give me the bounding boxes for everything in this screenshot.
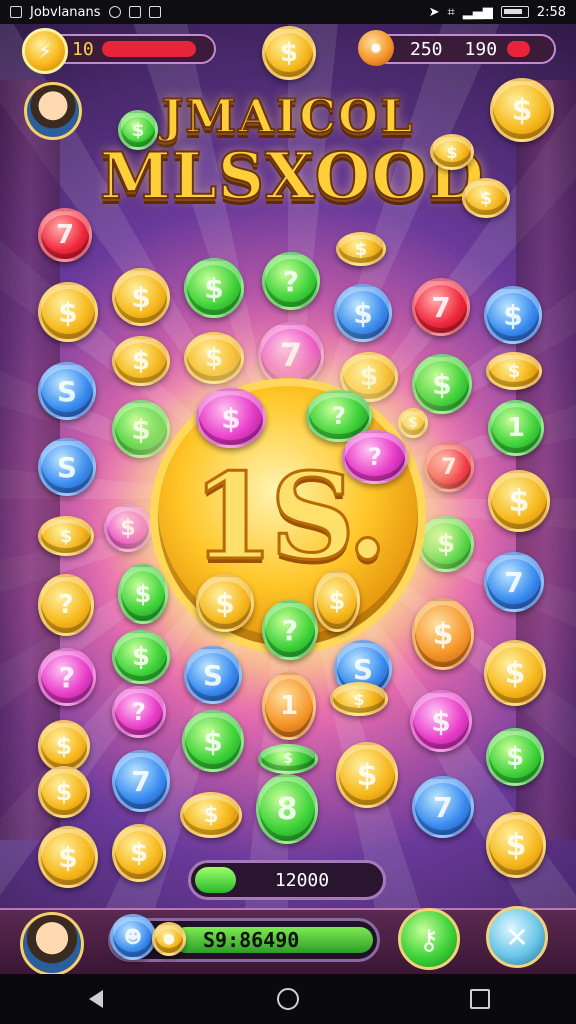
coin[interactable]: $ xyxy=(104,504,152,552)
home-button[interactable] xyxy=(268,979,308,1019)
health-value: 10 xyxy=(72,38,94,60)
system-nav-bar xyxy=(0,974,576,1024)
lightning-coin-icon[interactable]: ⚡ xyxy=(22,28,68,74)
recents-icon xyxy=(470,989,490,1009)
coin[interactable]: $ xyxy=(112,630,170,684)
score-value-1: 250 xyxy=(410,38,443,60)
battery-icon xyxy=(500,6,529,18)
score-fill xyxy=(507,41,531,57)
coin[interactable]: $ xyxy=(196,574,254,632)
coin[interactable]: 7 xyxy=(112,750,170,812)
bot-face-icon[interactable]: ☻ xyxy=(110,914,156,960)
signal-icon: ▂▄▆ xyxy=(462,4,493,20)
app-notification-icon xyxy=(128,6,141,18)
image-notification-icon xyxy=(10,6,22,18)
coin[interactable]: $ xyxy=(330,682,388,716)
coin[interactable]: 7 xyxy=(38,208,92,262)
coin[interactable]: $ xyxy=(336,742,398,808)
coin[interactable]: $ xyxy=(412,598,474,670)
right-pillar xyxy=(516,80,576,840)
coin[interactable]: $ xyxy=(462,178,510,218)
key-icon[interactable]: ⚷ xyxy=(398,908,460,970)
crossed-tools-icon[interactable]: ✕ xyxy=(486,906,548,968)
home-icon xyxy=(277,988,299,1010)
coin[interactable]: ? xyxy=(38,574,94,636)
coin[interactable]: $ xyxy=(486,728,544,786)
coin[interactable]: $ xyxy=(112,824,166,882)
status-left: Jobvlanans xyxy=(10,5,161,20)
coin[interactable]: ? xyxy=(262,600,318,660)
shield-notification-icon xyxy=(148,6,161,18)
coin[interactable]: 7 xyxy=(424,442,474,492)
coin[interactable]: $ xyxy=(38,282,98,342)
coin[interactable]: ? xyxy=(38,648,96,706)
coin[interactable]: 1 xyxy=(262,672,316,740)
coin[interactable]: $ xyxy=(258,744,318,774)
coin[interactable]: $ xyxy=(112,268,170,326)
location-icon: ➤ xyxy=(428,4,440,20)
score-bar: 250 190 xyxy=(372,34,556,64)
coin[interactable]: S xyxy=(184,646,242,704)
coin[interactable]: 1 xyxy=(488,400,544,456)
coin[interactable]: $ xyxy=(486,352,542,390)
app-name: Jobvlanans xyxy=(30,4,101,20)
coin[interactable]: $ xyxy=(180,792,242,838)
coin[interactable]: $ xyxy=(38,720,90,772)
coin[interactable]: $ xyxy=(38,516,94,556)
game-title: JMAICOL MLSXOOD xyxy=(99,89,485,214)
burst-icon[interactable]: ✹ xyxy=(358,30,394,66)
coin[interactable]: 7 xyxy=(412,776,474,838)
progress-bar: 12000 xyxy=(188,860,386,900)
coin[interactable]: ? xyxy=(112,686,166,738)
coin[interactable]: $ xyxy=(398,408,428,438)
coin[interactable]: $ xyxy=(118,564,168,624)
coin[interactable]: S xyxy=(38,438,96,496)
coin[interactable]: $ xyxy=(112,400,170,458)
title-line-2: MLSXOOD xyxy=(99,139,485,214)
status-bar: Jobvlanans ➤ ⌗ ▂▄▆ 2:58 xyxy=(0,0,576,24)
coin[interactable]: $ xyxy=(490,78,554,142)
coin[interactable]: $ xyxy=(336,232,386,266)
lock-coin-icon[interactable]: ● xyxy=(152,922,186,956)
coin[interactable]: S xyxy=(38,362,96,420)
player-avatar[interactable] xyxy=(24,82,82,140)
coin[interactable]: $ xyxy=(488,470,550,532)
coin[interactable]: $ xyxy=(314,570,360,632)
balance-value: S9:86490 xyxy=(203,928,300,952)
recents-button[interactable] xyxy=(460,979,500,1019)
status-right: ➤ ⌗ ▂▄▆ 2:58 xyxy=(429,5,566,20)
clock: 2:58 xyxy=(536,4,566,20)
circle-notification-icon xyxy=(108,6,121,18)
back-icon xyxy=(89,990,103,1008)
profile-avatar[interactable] xyxy=(20,912,84,976)
coin[interactable]: $ xyxy=(196,388,266,448)
coin[interactable]: $ xyxy=(430,134,474,170)
coin[interactable]: $ xyxy=(184,258,244,318)
progress-value: 12000 xyxy=(274,869,330,891)
coin[interactable]: $ xyxy=(38,766,90,818)
health-fill xyxy=(101,41,196,57)
coin[interactable]: $ xyxy=(112,336,170,386)
coin[interactable]: $ xyxy=(486,812,546,878)
coin[interactable]: $ xyxy=(484,640,546,706)
back-button[interactable] xyxy=(76,979,116,1019)
coin[interactable]: $ xyxy=(118,110,158,150)
coin[interactable]: 7 xyxy=(412,278,470,336)
coin[interactable]: 7 xyxy=(484,552,544,612)
coin[interactable]: $ xyxy=(410,690,472,752)
vibrate-icon: ⌗ xyxy=(447,4,455,20)
coin[interactable]: 8 xyxy=(256,774,318,844)
coin[interactable]: $ xyxy=(38,826,98,888)
coin[interactable]: $ xyxy=(484,286,542,344)
coin[interactable]: ? xyxy=(342,430,408,484)
coin[interactable]: $ xyxy=(412,354,472,414)
dollar-coin-icon[interactable]: $ xyxy=(262,26,316,80)
coin[interactable]: $ xyxy=(184,332,244,384)
coin[interactable]: $ xyxy=(182,710,244,772)
coin[interactable]: $ xyxy=(418,516,474,572)
score-value-2: 190 xyxy=(464,38,498,60)
coin[interactable]: ? xyxy=(262,252,320,310)
coin[interactable]: $ xyxy=(334,284,392,342)
